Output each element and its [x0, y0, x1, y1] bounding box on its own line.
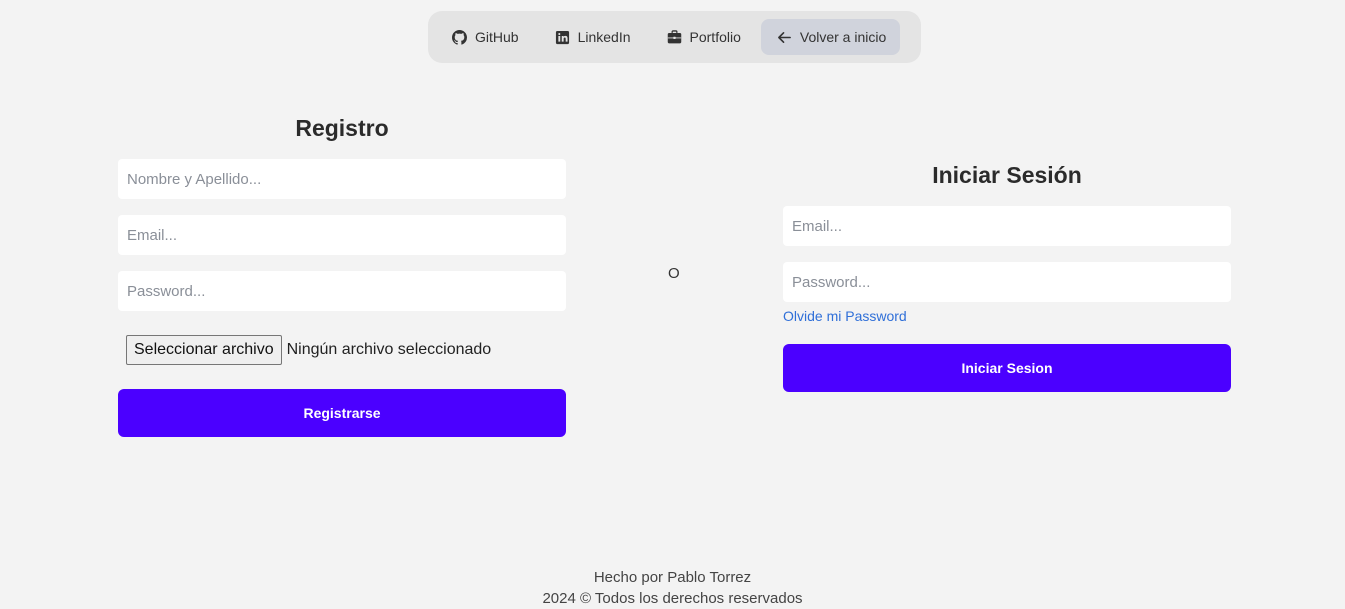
nav-github-label: GitHub	[475, 29, 519, 45]
or-separator: O	[668, 265, 680, 282]
nav-github-link[interactable]: GitHub	[436, 19, 533, 55]
nav-home-link[interactable]: Volver a inicio	[760, 19, 901, 55]
file-upload: Seleccionar archivo Ningún archivo selec…	[118, 335, 566, 365]
footer: Hecho por Pablo Torrez 2024 © Todos los …	[0, 567, 1345, 609]
login-form: Iniciar Sesión Olvide mi Password Inicia…	[783, 162, 1231, 392]
select-file-button[interactable]: Seleccionar archivo	[126, 335, 282, 365]
login-submit-button[interactable]: Iniciar Sesion	[783, 344, 1231, 392]
nav-portfolio-link[interactable]: Portfolio	[651, 19, 755, 55]
login-password-input[interactable]	[783, 262, 1231, 302]
github-icon	[452, 29, 467, 45]
nav-home-label: Volver a inicio	[799, 29, 887, 45]
login-email-input[interactable]	[783, 206, 1231, 246]
register-title: Registro	[295, 115, 389, 141]
register-name-input[interactable]	[118, 159, 566, 199]
register-password-input[interactable]	[118, 271, 566, 311]
file-status: Ningún archivo seleccionado	[286, 341, 492, 358]
register-email-input[interactable]	[118, 215, 566, 255]
nav-linkedin-link[interactable]: LinkedIn	[539, 19, 645, 55]
nav-portfolio-label: Portfolio	[689, 29, 741, 45]
forgot-password-link[interactable]: Olvide mi Password	[783, 308, 907, 324]
nav-linkedin-label: LinkedIn	[577, 29, 631, 45]
register-submit-button[interactable]: Registrarse	[118, 389, 566, 437]
briefcase-icon	[667, 29, 682, 45]
linkedin-icon	[555, 30, 570, 45]
footer-author: Hecho por Pablo Torrez	[593, 569, 752, 586]
top-navigation: GitHub LinkedIn Portfolio Volver a inici…	[428, 11, 921, 63]
arrow-left-icon	[777, 30, 792, 45]
login-title: Iniciar Sesión	[932, 162, 1082, 188]
register-form: Registro Seleccionar archivo Ningún arch…	[118, 115, 566, 437]
